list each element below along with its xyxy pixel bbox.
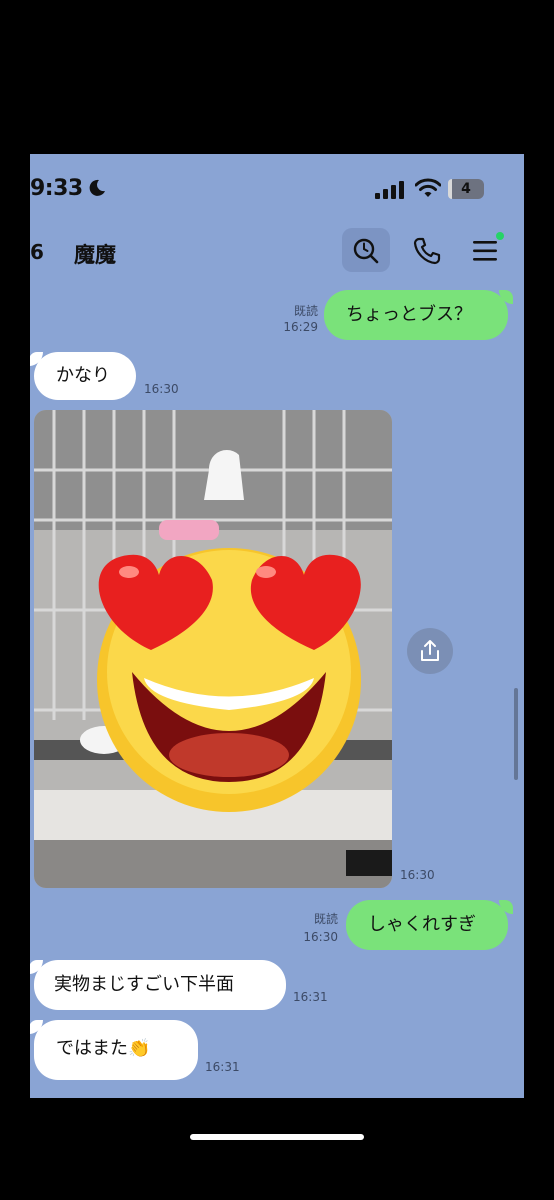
read-receipt: 既読 — [313, 912, 338, 926]
cellular-signal-icon — [375, 181, 404, 199]
photo-content — [34, 410, 392, 888]
chat-title: 魔魔 — [74, 243, 116, 267]
share-icon — [421, 640, 439, 661]
message-time: 16:30 — [303, 930, 338, 944]
scrollbar[interactable] — [514, 688, 518, 780]
outgoing-message[interactable]: しゃくれすぎ — [346, 900, 513, 950]
menu-notification-dot — [496, 232, 504, 240]
status-bar: 9:33 4 — [30, 154, 524, 224]
message-time: 16:30 — [144, 382, 179, 396]
read-receipt: 既読 — [293, 304, 318, 318]
image-message[interactable] — [34, 410, 392, 888]
line-chat-screen: 9:33 4 6 魔魔 既読 16:29 ちょっとブス？ かなり 16:30 1… — [30, 154, 524, 1098]
message-time: 16:31 — [205, 1060, 240, 1074]
back-unread-count[interactable]: 6 — [30, 240, 44, 264]
status-time: 9:33 — [30, 176, 83, 201]
share-button[interactable] — [407, 628, 453, 674]
search-button[interactable] — [342, 228, 390, 272]
home-indicator[interactable] — [190, 1134, 364, 1140]
message-time: 16:29 — [283, 320, 318, 334]
wifi-icon — [415, 178, 441, 197]
outgoing-message[interactable]: ちょっとブス？ — [324, 290, 513, 340]
incoming-message[interactable]: かなり — [30, 352, 136, 400]
message-time: 16:31 — [293, 990, 328, 1004]
chat-header: 6 魔魔 — [30, 226, 524, 278]
phone-icon[interactable] — [412, 236, 442, 266]
message-time: 16:30 — [400, 868, 435, 882]
search-icon — [353, 238, 379, 264]
moon-icon — [89, 179, 105, 196]
battery-level-text: 4 — [461, 181, 471, 197]
battery-indicator: 4 — [448, 179, 484, 199]
incoming-message[interactable]: 実物まじすごい下半面 — [30, 960, 286, 1010]
heart-eyes-emoji-icon — [97, 548, 361, 812]
menu-icon[interactable] — [472, 238, 498, 264]
incoming-message[interactable]: ではまた👏 — [30, 1020, 198, 1080]
